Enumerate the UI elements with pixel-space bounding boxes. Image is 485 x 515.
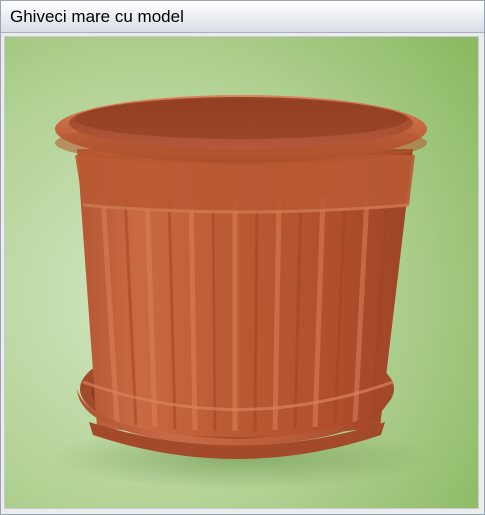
- product-image: [5, 37, 478, 508]
- window-title: Ghiveci mare cu model: [10, 7, 184, 26]
- product-image-frame: [4, 36, 479, 509]
- title-bar: Ghiveci mare cu model: [1, 1, 484, 33]
- product-window: Ghiveci mare cu model: [0, 0, 485, 515]
- pot-opening-shade: [75, 99, 407, 139]
